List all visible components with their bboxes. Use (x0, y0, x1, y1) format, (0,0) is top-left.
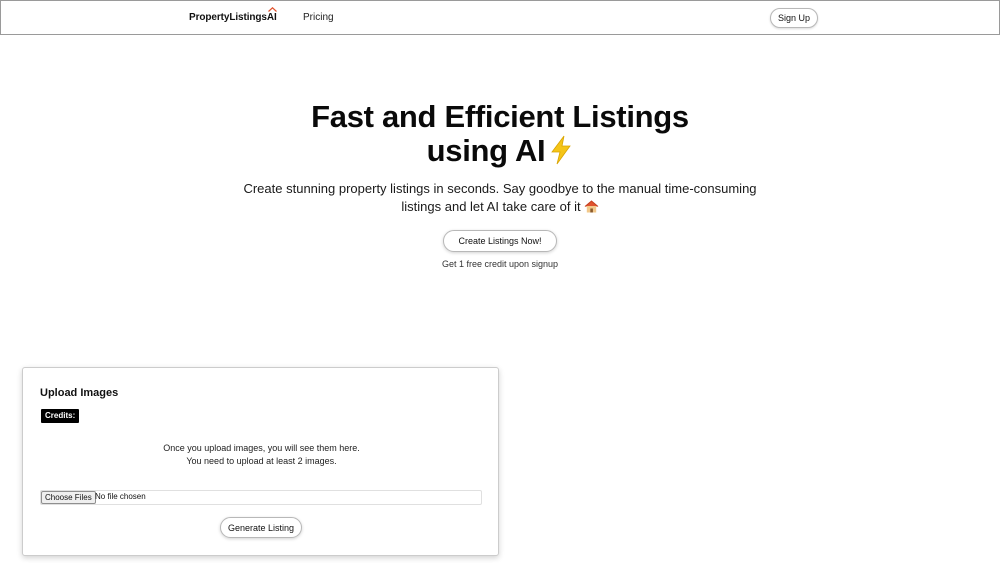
logo[interactable]: PropertyListings AI (189, 7, 277, 23)
choose-files-button[interactable]: Choose Files (41, 491, 96, 504)
file-status: No file chosen (95, 492, 146, 501)
nav-link-pricing[interactable]: Pricing (303, 12, 334, 23)
roof-icon (267, 7, 277, 12)
logo-text: PropertyListings (189, 12, 267, 23)
upload-placeholder-message: Once you upload images, you will see the… (23, 442, 500, 468)
file-input[interactable]: Choose Files No file chosen (40, 490, 482, 505)
lightning-bolt-icon (551, 135, 572, 165)
upload-title: Upload Images (40, 387, 119, 399)
upload-message-line2: You need to upload at least 2 images. (186, 456, 337, 466)
logo-ai-text: AI (267, 7, 277, 23)
hero-title-line1: Fast and Efficient Listings (311, 99, 689, 134)
upload-card: Upload Images Credits: Once you upload i… (22, 367, 499, 556)
house-icon (584, 200, 598, 213)
upload-message-line1: Once you upload images, you will see the… (163, 443, 360, 453)
create-listings-button[interactable]: Create Listings Now! (443, 230, 557, 252)
credits-badge: Credits: (41, 409, 80, 423)
hero-subtitle: Create stunning property listings in sec… (243, 181, 757, 214)
top-navbar: PropertyListings AI Pricing Sign Up (0, 0, 1000, 35)
free-credit-note: Get 1 free credit upon signup (441, 259, 559, 269)
sign-up-button[interactable]: Sign Up (770, 8, 818, 28)
generate-listing-button[interactable]: Generate Listing (220, 517, 302, 538)
hero-title: Fast and Efficient Listings using AI (200, 100, 800, 168)
hero-title-line2: using AI (200, 134, 800, 168)
